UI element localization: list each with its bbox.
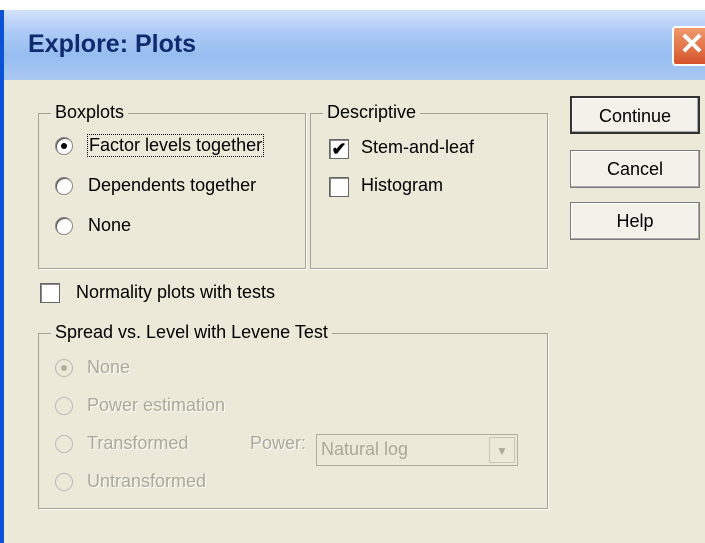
spread-vs-level-group: Spread vs. Level with Levene Test None P… [38,322,548,509]
radio-button-icon[interactable] [55,177,73,195]
boxplots-legend: Boxplots [51,102,129,123]
close-icon[interactable]: ✕ [672,26,705,66]
checkbox-label: Stem-and-leaf [361,137,475,157]
radio-label: None [87,357,131,377]
radio-factor-levels-together[interactable]: Factor levels together [51,132,301,162]
radio-button-icon[interactable] [55,217,73,235]
spread-legend: Spread vs. Level with Levene Test [51,322,332,343]
title-bar[interactable]: Explore: Plots ✕ [4,10,705,80]
descriptive-legend: Descriptive [323,102,421,123]
cancel-button[interactable]: Cancel [570,150,700,188]
continue-button[interactable]: Continue [570,96,700,134]
radio-transformed[interactable]: Transformed [51,430,211,460]
descriptive-group: Descriptive ✔ Stem-and-leaf Histogram [310,102,548,269]
checkbox-normality-plots[interactable]: Normality plots with tests [40,279,340,309]
explore-plots-dialog: Explore: Plots ✕ Boxplots Factor levels … [0,10,705,543]
power-select-value: Natural log [321,439,409,459]
power-select[interactable]: Natural log ▼ [316,434,518,466]
boxplots-group: Boxplots Factor levels together Dependen… [38,102,306,269]
checkbox-histogram[interactable]: Histogram [329,172,539,202]
radio-dependents-together[interactable]: Dependents together [51,172,301,202]
checkbox-icon[interactable]: ✔ [329,139,349,159]
radio-power-estimation[interactable]: Power estimation [51,392,291,422]
checkbox-icon[interactable] [40,283,60,303]
checkbox-icon[interactable] [329,177,349,197]
radio-label: Dependents together [88,175,257,195]
power-label: Power: [250,433,307,453]
radio-button-icon[interactable] [55,473,73,491]
radio-label: Power estimation [87,395,226,415]
radio-spread-none[interactable]: None [51,354,251,384]
checkbox-label: Histogram [361,175,444,195]
checkbox-stem-and-leaf[interactable]: ✔ Stem-and-leaf [329,134,539,164]
radio-label: Factor levels together [87,134,265,157]
radio-label: None [88,215,132,235]
radio-label: Transformed [87,433,189,453]
radio-button-icon[interactable] [55,435,73,453]
radio-none[interactable]: None [51,212,301,242]
window-title: Explore: Plots [28,30,197,58]
radio-button-icon[interactable] [55,137,73,155]
chevron-down-icon[interactable]: ▼ [489,437,515,463]
help-button[interactable]: Help [570,202,700,240]
radio-untransformed[interactable]: Untransformed [51,468,271,498]
radio-button-icon[interactable] [55,359,73,377]
radio-button-icon[interactable] [55,397,73,415]
radio-label: Untransformed [87,471,207,491]
checkbox-label: Normality plots with tests [76,282,276,302]
